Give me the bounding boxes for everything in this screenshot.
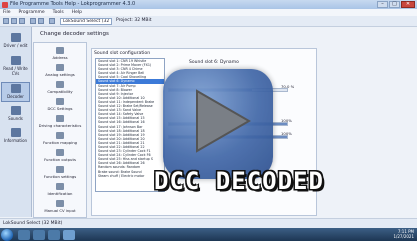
section-driving[interactable]: Driving characteristics [34, 115, 86, 128]
toolbar: LokSound Select (32 MBit) Project: 32 MB… [0, 16, 417, 27]
analog-icon [56, 64, 64, 71]
function-settings-icon [56, 166, 64, 173]
save-icon[interactable] [19, 18, 25, 24]
lokprogrammer-task-icon[interactable] [63, 229, 75, 240]
section-label: Manual CV input [44, 208, 76, 213]
page-title: Change decoder settings [40, 31, 109, 37]
driver-icon [10, 33, 21, 42]
sidebar-item-label: Sounds [8, 116, 23, 121]
info-icon [10, 128, 21, 137]
title-bar: File Programme Tools Help - Lokprogramme… [0, 0, 417, 9]
write-icon[interactable] [38, 18, 44, 24]
window-title: File Programme Tools Help - Lokprogramme… [10, 1, 136, 7]
mapping-icon [56, 132, 64, 139]
close-button[interactable]: ✕ [401, 1, 415, 8]
section-label: Function settings [43, 174, 77, 179]
clock: 7:11 PM 1/27/2021 [393, 229, 414, 239]
section-address[interactable]: Address [34, 47, 86, 60]
brand-watermark: DCC DECODED [154, 167, 324, 195]
slider-value: 70.0 % [281, 84, 295, 89]
sidebar-item-label: Decoder [7, 94, 24, 99]
app-icon [2, 1, 8, 8]
section-label: DCC Settings [47, 106, 73, 111]
address-icon [56, 47, 64, 54]
main-sidebar: Driver / edit Read / Write CVs Decoder S… [0, 27, 32, 217]
slot-detail-title: Sound slot 6: Dynamo [189, 60, 239, 65]
decoder-icon [10, 84, 21, 93]
section-function-settings[interactable]: Function settings [34, 166, 86, 179]
menu-help[interactable]: Help [72, 9, 82, 16]
manual-cv-icon [56, 200, 64, 207]
status-bar: LokSound Select (32 MBit) [0, 218, 417, 228]
menu-file[interactable]: File [3, 9, 11, 16]
project-label: Project: 32 MBit [116, 18, 152, 23]
dcc-icon [56, 98, 64, 105]
section-label: Compatibility [47, 89, 73, 94]
new-icon[interactable] [3, 18, 9, 24]
sidebar-item-sounds[interactable]: Sounds [1, 105, 30, 125]
sidebar-item-read-write[interactable]: Read / Write CVs [1, 55, 30, 76]
sidebar-item-information[interactable]: Information [1, 127, 30, 147]
settings-icon[interactable] [49, 18, 55, 24]
section-label: Driving characteristics [38, 123, 82, 128]
outputs-icon [56, 149, 64, 156]
section-label: Function mapping [42, 140, 78, 145]
menu-tools[interactable]: Tools [53, 9, 64, 16]
play-icon[interactable] [183, 85, 255, 157]
sidebar-item-label: Information [3, 138, 28, 143]
ie-icon[interactable] [18, 229, 30, 240]
minimize-button[interactable]: – [377, 1, 388, 8]
read-icon[interactable] [30, 18, 36, 24]
decoder-select[interactable]: LokSound Select (32 MBit) [60, 17, 112, 25]
sidebar-item-label: Driver / edit [3, 43, 28, 48]
section-dcc[interactable]: DCC Settings [34, 98, 86, 111]
slider-value: 100% [281, 118, 292, 123]
identification-icon [56, 183, 64, 190]
sidebar-item-decoder[interactable]: Decoder [1, 82, 30, 102]
start-button[interactable] [1, 228, 13, 241]
driving-icon [56, 115, 64, 122]
section-label: Function outputs [44, 157, 76, 162]
section-function-mapping[interactable]: Function mapping [34, 132, 86, 145]
open-icon[interactable] [11, 18, 17, 24]
speaker-icon [10, 106, 21, 115]
maximize-button[interactable]: □ [389, 1, 400, 8]
menu-programme[interactable]: Programme [19, 9, 45, 16]
panel-title: Sound slot configuration [94, 51, 151, 56]
read-write-icon [10, 56, 21, 65]
media-icon[interactable] [48, 229, 60, 240]
menu-bar: File Programme Tools Help [0, 9, 417, 16]
section-compatibility[interactable]: Compatibility [34, 81, 86, 94]
section-function-outputs[interactable]: Function outputs [34, 149, 86, 162]
settings-section-list: Address Analog settings Compatibility DC… [33, 42, 87, 218]
compatibility-icon [56, 81, 64, 88]
clock-date: 1/27/2021 [393, 234, 414, 239]
section-label: Analog settings [45, 72, 75, 77]
taskbar: 7:11 PM 1/27/2021 [0, 228, 417, 241]
explorer-icon[interactable] [33, 229, 45, 240]
section-label: Address [52, 55, 68, 60]
section-label: Identification [47, 191, 73, 196]
sidebar-item-driver[interactable]: Driver / edit [1, 32, 30, 52]
section-identification[interactable]: Identification [34, 183, 86, 196]
section-manual-cv[interactable]: Manual CV input [34, 200, 86, 213]
slider-value: 100% [281, 131, 292, 136]
sidebar-item-label: Read / Write CVs [3, 66, 28, 76]
section-analog[interactable]: Analog settings [34, 64, 86, 77]
